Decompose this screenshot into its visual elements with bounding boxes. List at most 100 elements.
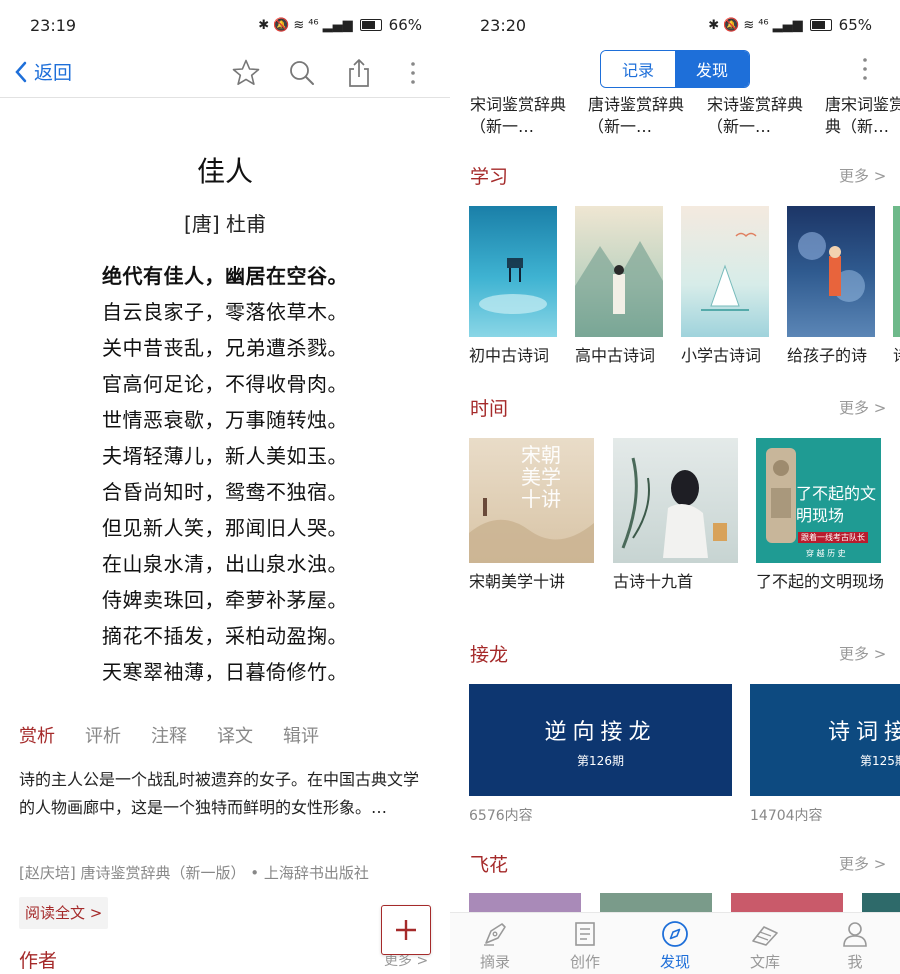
book-cover[interactable] (893, 206, 900, 337)
dictionary-item[interactable]: 宋诗鉴赏辞典（新一… (707, 94, 817, 138)
book-title: 古诗十九首 (613, 572, 694, 591)
wifi-icon: ≋ (293, 17, 305, 33)
poem-line: 合昏尚知时，鸳鸯不独宿。 (102, 480, 348, 504)
author-section-title: 作者 (19, 950, 58, 972)
book-title: 宋朝美学十讲 (469, 572, 566, 591)
solitaire-more-link[interactable]: 更多 > (839, 643, 886, 664)
poem-line: 摘花不插发，采柏动盈掬。 (102, 624, 348, 648)
books-icon (735, 919, 795, 949)
signal-icon: ▂▄▆ (772, 17, 803, 33)
wifi-icon: ≋ (743, 17, 755, 33)
banner-content-count: 14704内容 (750, 808, 823, 824)
battery-icon (359, 19, 382, 31)
poem-line: 关中昔丧乱，兄弟遭杀戮。 (102, 336, 348, 360)
cover-tag-text: 穿 越 历 史 (806, 549, 846, 558)
mute-icon: 🔕 (273, 17, 290, 33)
star-icon[interactable] (229, 56, 263, 90)
bluetooth-icon: ✱ (258, 17, 270, 33)
book-cover[interactable] (787, 206, 875, 337)
nav-label: 创作 (569, 953, 600, 971)
book-cover[interactable]: 宋朝美学十讲 (469, 438, 594, 563)
study-more-link[interactable]: 更多 > (839, 165, 886, 186)
nav-excerpts[interactable]: 摘录 (465, 919, 525, 972)
poem-line: 世情恶衰歇，万事随转烛。 (102, 408, 348, 432)
book-cover[interactable] (681, 206, 769, 337)
poem-line: 但见新人笑，那闻旧人哭。 (102, 516, 348, 540)
cover-title-text: 了不起的文明现场 (796, 484, 877, 525)
bottom-navigation: 摘录 创作 发现 文库 我 (450, 912, 900, 974)
solitaire-banner[interactable]: 诗词接 第125期 (750, 684, 900, 796)
nav-me[interactable]: 我 (825, 919, 885, 972)
network-label: ⁴⁶ (308, 17, 319, 33)
tab-commentary[interactable]: 评析 (85, 722, 121, 748)
dictionary-item[interactable]: 唐宋词鉴赏辞典（新… (825, 94, 900, 138)
time-more-link[interactable]: 更多 > (839, 397, 886, 418)
book-cover[interactable] (469, 206, 557, 337)
status-time: 23:20 (480, 15, 527, 35)
status-bar: 23:20 ✱ 🔕 ≋ ⁴⁶ ▂▄▆ 65% (450, 0, 900, 50)
analysis-source: [赵庆培] 唐诗鉴赏辞典（新一版） • 上海辞书出版社 (19, 864, 369, 882)
nav-create[interactable]: 创作 (555, 919, 615, 972)
book-cover[interactable] (613, 438, 738, 563)
back-button[interactable]: 返回 (14, 58, 72, 85)
feihua-more-link[interactable]: 更多 > (839, 853, 886, 874)
banner-content-count: 6576内容 (469, 808, 533, 824)
section-title-study: 学习 (470, 166, 509, 188)
battery-percent: 65% (838, 16, 872, 34)
battery-icon (809, 19, 832, 31)
status-bar: 23:19 ✱ 🔕 ≋ ⁴⁶ ▂▄▆ 66% (0, 0, 450, 50)
dictionary-item[interactable]: 宋词鉴赏辞典（新一… (470, 94, 580, 138)
tab-collected-reviews[interactable]: 辑评 (283, 722, 319, 748)
nav-discover[interactable]: 发现 (645, 919, 705, 972)
bluetooth-icon: ✱ (708, 17, 720, 33)
poem-line: 天寒翠袖薄，日暮倚修竹。 (102, 660, 348, 684)
analysis-tabs: 赏析 评析 注释 译文 辑评 (19, 722, 319, 748)
compass-icon (645, 919, 705, 949)
poem-line: 绝代有佳人，幽居在空谷。 (102, 264, 348, 288)
poem-author: [唐] 杜甫 (184, 212, 266, 236)
section-title-feihua: 飞花 (470, 854, 509, 876)
dictionary-item[interactable]: 唐诗鉴赏辞典（新一… (588, 94, 698, 138)
network-label: ⁴⁶ (758, 17, 769, 33)
nav-library[interactable]: 文库 (735, 919, 795, 972)
status-icons: ✱ 🔕 ≋ ⁴⁶ ▂▄▆ 65% (708, 16, 872, 34)
mute-icon: 🔕 (723, 17, 740, 33)
plus-icon (396, 920, 416, 940)
nav-label: 文库 (749, 953, 780, 971)
poem-line: 夫壻轻薄儿，新人美如玉。 (102, 444, 348, 468)
section-title-solitaire: 接龙 (470, 644, 509, 666)
nav-label: 摘录 (479, 953, 510, 971)
book-cover[interactable] (575, 206, 663, 337)
tab-appreciation[interactable]: 赏析 (19, 722, 55, 748)
share-icon[interactable] (342, 56, 376, 90)
cover-subtitle-text: 跟着一线考古队长 (798, 532, 868, 543)
banner-title: 逆向接龙 (544, 720, 657, 745)
read-full-text-button[interactable]: 阅读全文 > (19, 897, 109, 929)
search-icon[interactable] (285, 56, 319, 90)
solitaire-banner[interactable]: 逆向接龙 第126期 (469, 684, 732, 796)
book-title: 了不起的文明现场 (756, 572, 885, 591)
more-menu-icon[interactable] (850, 54, 880, 84)
discover-screen: 23:20 ✱ 🔕 ≋ ⁴⁶ ▂▄▆ 65% 记录 发现 宋词鉴赏辞典（新一… … (450, 0, 900, 974)
dictionary-row: 宋词鉴赏辞典（新一… 唐诗鉴赏辞典（新一… 宋诗鉴赏辞典（新一… 唐宋词鉴赏辞典… (470, 94, 900, 138)
nav-label: 发现 (659, 953, 690, 971)
back-label: 返回 (34, 62, 73, 84)
tab-notes[interactable]: 注释 (151, 722, 187, 748)
add-button[interactable] (381, 905, 431, 955)
poem-line: 自云良家子，零落依草木。 (102, 300, 348, 324)
tab-records[interactable]: 记录 (601, 51, 675, 87)
poem-line: 在山泉水清，出山泉水浊。 (102, 552, 348, 576)
more-menu-icon[interactable] (398, 56, 428, 90)
poem-body: 绝代有佳人，幽居在空谷。 自云良家子，零落依草木。 关中昔丧乱，兄弟遭杀戮。 官… (0, 258, 450, 690)
section-title-time: 时间 (470, 398, 509, 420)
status-icons: ✱ 🔕 ≋ ⁴⁶ ▂▄▆ 66% (258, 16, 422, 34)
banner-issue: 第125期 (860, 754, 900, 768)
tab-discover[interactable]: 发现 (675, 51, 749, 87)
analysis-text: 诗的主人公是一个战乱时被遗弃的女子。在中国古典文学的人物画廊中，这是一个独特而鲜… (19, 770, 420, 817)
tab-translation[interactable]: 译文 (217, 722, 253, 748)
battery-percent: 66% (388, 16, 422, 34)
pen-nib-icon (465, 919, 525, 949)
cover-title-text: 宋朝美学十讲 (521, 443, 561, 511)
banner-issue: 第126期 (577, 754, 624, 768)
book-cover[interactable]: 了不起的文明现场 跟着一线考古队长 穿 越 历 史 (756, 438, 881, 563)
